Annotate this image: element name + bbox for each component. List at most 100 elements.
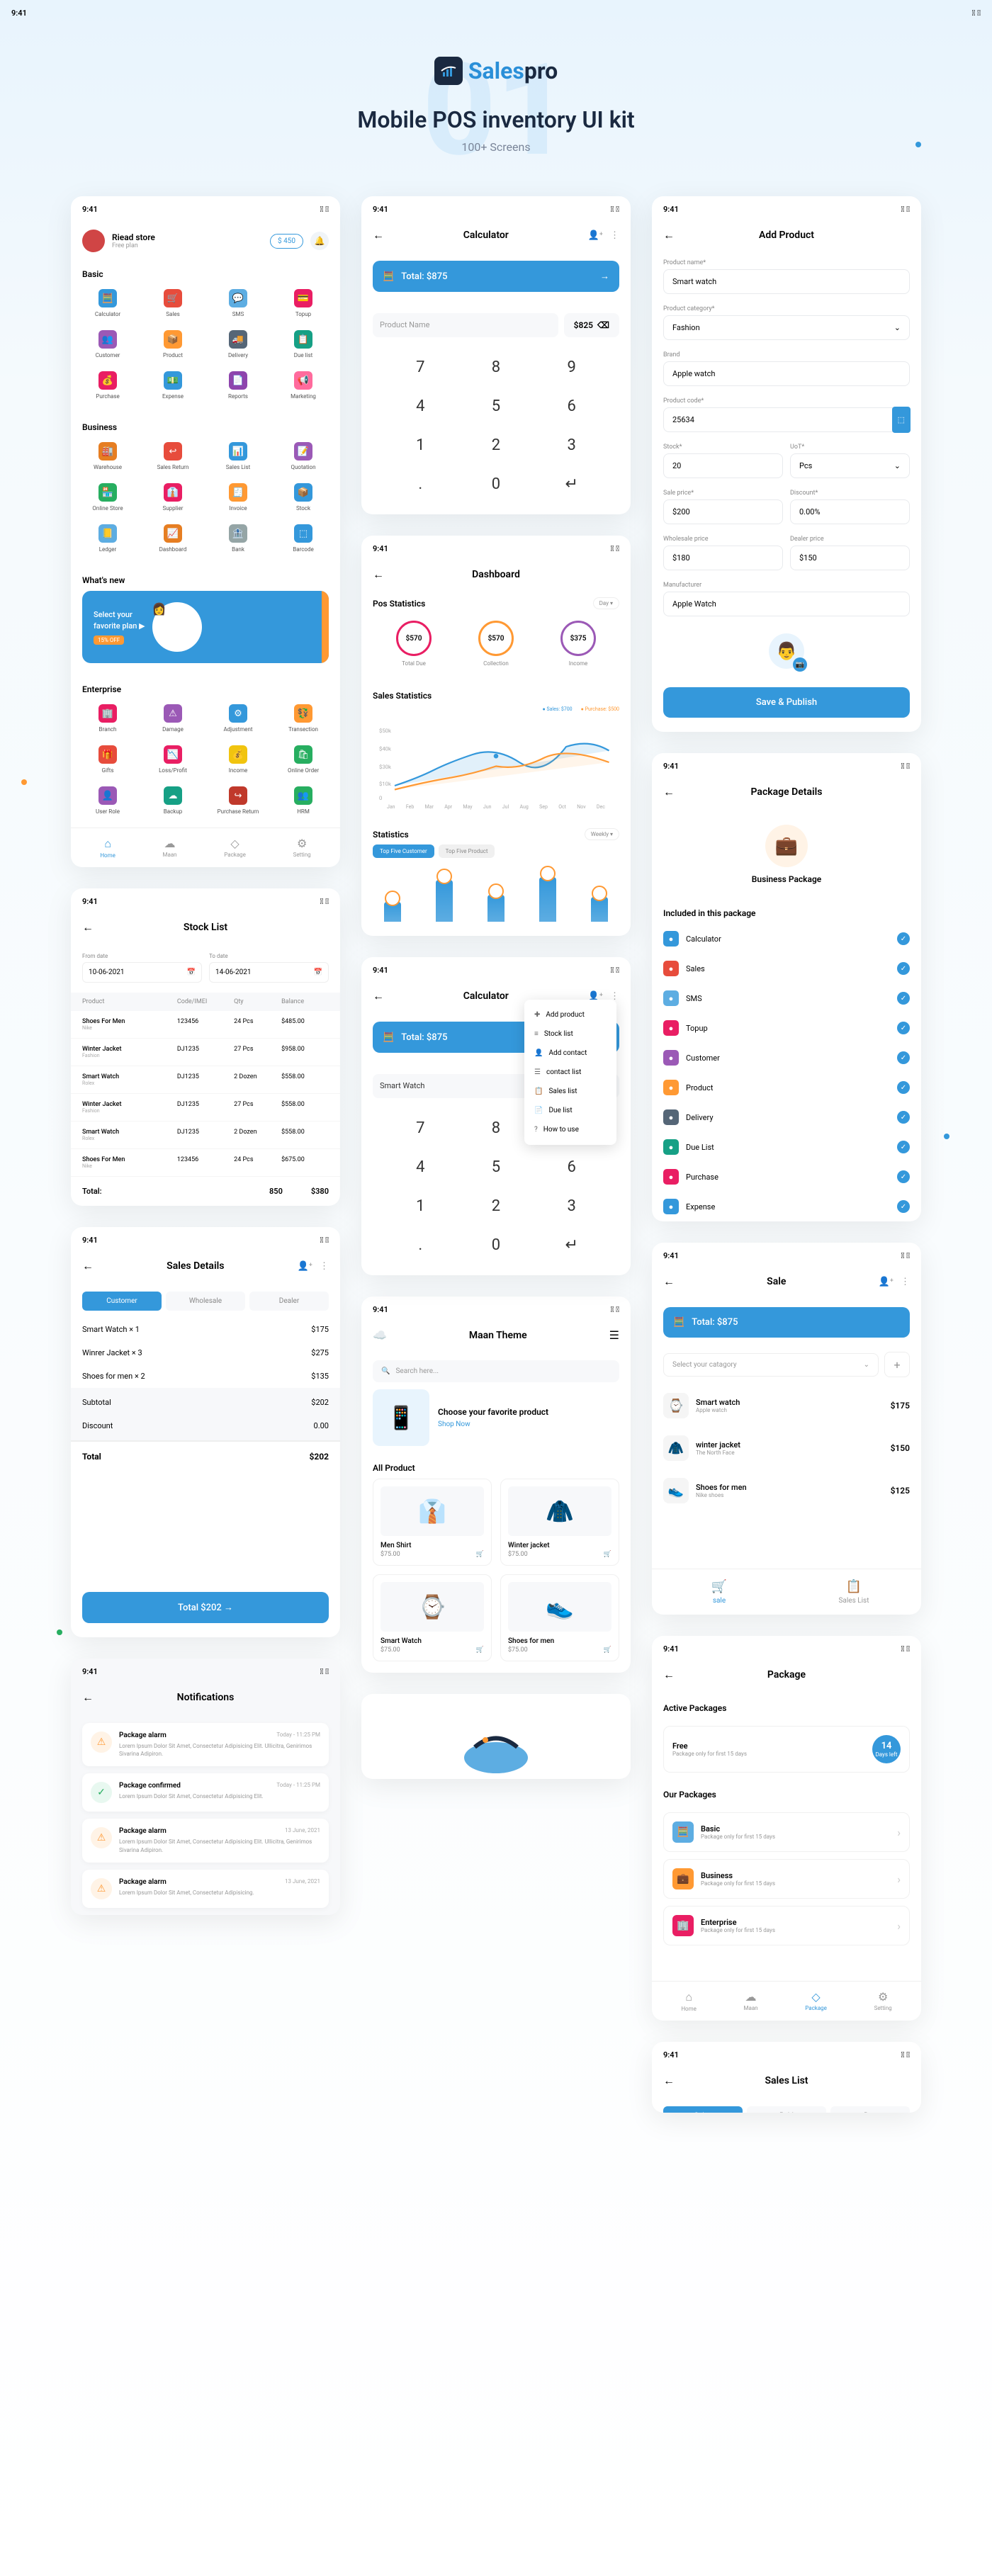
category-select[interactable]: Select your catagory⌄ <box>663 1353 879 1377</box>
more-icon[interactable]: ⋮ <box>901 1277 910 1287</box>
more-icon[interactable]: ⋮ <box>320 1261 329 1272</box>
key-.[interactable]: . <box>390 475 451 493</box>
icon-customer[interactable]: 👥Customer <box>77 326 139 363</box>
total-bar[interactable]: 🧮Total: $875 <box>663 1307 910 1338</box>
package-business[interactable]: 💼BusinessPackage only for first 15 days› <box>663 1859 910 1899</box>
brand-input[interactable]: Apple watch <box>663 361 910 386</box>
day-dropdown[interactable]: Day ▾ <box>593 597 619 609</box>
icon-sales[interactable]: 🛒Sales <box>142 285 204 322</box>
table-row[interactable]: Smart WatchRolexDJ12352 Dozen$558.00 <box>71 1066 340 1094</box>
icon-sales-return[interactable]: ↩Sales Return <box>142 438 204 475</box>
bell-icon[interactable]: 🔔 <box>310 232 329 250</box>
key-2[interactable]: 2 <box>466 1197 527 1215</box>
back-button[interactable]: ← <box>373 989 384 1003</box>
wholesale-input[interactable]: $180 <box>663 546 783 570</box>
tab-due[interactable]: Due <box>830 2106 910 2113</box>
key-3[interactable]: 3 <box>541 1197 602 1215</box>
nav-package[interactable]: ◇Package <box>224 837 246 859</box>
backspace-icon[interactable]: ⌫ <box>597 320 609 330</box>
icon-invoice[interactable]: 🧾Invoice <box>207 479 269 516</box>
key-7[interactable]: 7 <box>390 1119 451 1137</box>
avatar[interactable] <box>82 230 105 252</box>
key-5[interactable]: 5 <box>466 397 527 415</box>
icon-delivery[interactable]: 🚚Delivery <box>207 326 269 363</box>
icon-stock[interactable]: 📦Stock <box>272 479 334 516</box>
key-4[interactable]: 4 <box>390 397 451 415</box>
icon-purchase-return[interactable]: ↪Purchase Return <box>207 782 269 819</box>
icon-product[interactable]: 📦Product <box>142 326 204 363</box>
balance-pill[interactable]: $ 450 <box>270 234 303 249</box>
back-button[interactable]: ← <box>663 1668 675 1682</box>
key-4[interactable]: 4 <box>390 1158 451 1176</box>
icon-backup[interactable]: ☁Backup <box>142 782 204 819</box>
manufacturer-input[interactable]: Apple Watch <box>663 592 910 616</box>
product-input[interactable]: Product Name <box>373 313 558 337</box>
total-button[interactable]: Total $202 → <box>82 1592 329 1623</box>
nav-home[interactable]: ⌂Home <box>100 837 115 859</box>
menu-stock-list[interactable]: ≡Stock list <box>524 1024 616 1044</box>
key-7[interactable]: 7 <box>390 358 451 376</box>
icon-bank[interactable]: 🏦Bank <box>207 520 269 557</box>
key-8[interactable]: 8 <box>466 1119 527 1137</box>
total-bar[interactable]: 🧮Total: $875→ <box>373 261 619 292</box>
cloud-icon[interactable]: ☁️ <box>373 1328 387 1342</box>
search-input[interactable]: 🔍Search here... <box>373 1360 619 1382</box>
notification[interactable]: ⚠Package alarm13 June, 2021Lorem Ipsum D… <box>82 1870 329 1908</box>
icon-online-order[interactable]: 🛍Online Order <box>272 741 334 778</box>
uot-select[interactable]: Pcs⌄ <box>790 453 910 478</box>
tab-paid[interactable]: Paid <box>747 2106 826 2113</box>
icon-ledger[interactable]: 📒Ledger <box>77 520 139 557</box>
table-row[interactable]: Shoes For MenNike12345624 Pcs$675.00 <box>71 1149 340 1177</box>
category-select[interactable]: Fashion⌄ <box>663 315 910 340</box>
notification[interactable]: ⚠Package alarmToday - 11:25 PMLorem Ipsu… <box>82 1723 329 1766</box>
key-1[interactable]: 1 <box>390 436 451 454</box>
cart-icon[interactable]: 🛒 <box>604 1646 611 1654</box>
icon-sales-list[interactable]: 📊Sales List <box>207 438 269 475</box>
notification[interactable]: ✓Package confirmedToday - 11:25 PMLorem … <box>82 1773 329 1812</box>
back-button[interactable]: ← <box>82 920 94 934</box>
sale-price-input[interactable]: $200 <box>663 499 783 524</box>
back-button[interactable]: ← <box>663 2074 675 2088</box>
icon-due-list[interactable]: 📋Due list <box>272 326 334 363</box>
nav-package[interactable]: ◇Package <box>805 1990 827 2012</box>
icon-warehouse[interactable]: 🏭Warehouse <box>77 438 139 475</box>
back-button[interactable]: ← <box>373 567 384 582</box>
tab-sales[interactable]: Sales <box>663 2106 743 2113</box>
table-row[interactable]: Winter JacketFashionDJ123527 Pcs$958.00 <box>71 1039 340 1066</box>
menu-add-product[interactable]: ✚Add product <box>524 1005 616 1024</box>
icon-adjustment[interactable]: ⚙Adjustment <box>207 700 269 737</box>
barcode-icon[interactable]: ⬚ <box>892 407 911 433</box>
back-button[interactable]: ← <box>663 785 675 799</box>
user-add-icon[interactable]: 👤⁺ <box>298 1261 312 1272</box>
icon-calculator[interactable]: 🧮Calculator <box>77 285 139 322</box>
icon-loss-profit[interactable]: 📉Loss/Profit <box>142 741 204 778</box>
cart-icon[interactable]: 🛒 <box>476 1551 484 1558</box>
stock-input[interactable]: 20 <box>663 453 783 478</box>
menu-contact-list[interactable]: ☰contact list <box>524 1063 616 1082</box>
product-name-input[interactable]: Smart watch <box>663 269 910 294</box>
user-add-icon[interactable]: 👤⁺ <box>879 1277 894 1287</box>
cart-icon[interactable]: 🛒 <box>476 1646 484 1654</box>
back-button[interactable]: ← <box>663 1275 675 1289</box>
product-card[interactable]: 👔Men Shirt$75.00🛒 <box>373 1479 492 1566</box>
key-.[interactable]: . <box>390 1236 451 1254</box>
cart-item[interactable]: 👟Shoes for menNike shoes$125 <box>652 1469 921 1512</box>
package-enterprise[interactable]: 🏢EnterprisePackage only for first 15 day… <box>663 1906 910 1945</box>
package-basic[interactable]: 🧮BasicPackage only for first 15 days› <box>663 1812 910 1852</box>
icon-dashboard[interactable]: 📈Dashboard <box>142 520 204 557</box>
key-8[interactable]: 8 <box>466 358 527 376</box>
key-1[interactable]: 1 <box>390 1197 451 1215</box>
key-2[interactable]: 2 <box>466 436 527 454</box>
active-package-card[interactable]: FreePackage only for first 15 days 14Day… <box>663 1726 910 1773</box>
icon-branch[interactable]: 🏢Branch <box>77 700 139 737</box>
menu-sales-list[interactable]: 📋Sales list <box>524 1082 616 1101</box>
key-6[interactable]: 6 <box>541 1158 602 1176</box>
nav-home[interactable]: ⌂Home <box>681 1990 697 2012</box>
icon-reports[interactable]: 📄Reports <box>207 367 269 404</box>
icon-quotation[interactable]: 📝Quotation <box>272 438 334 475</box>
icon-hrm[interactable]: 👥HRM <box>272 782 334 819</box>
product-card[interactable]: ⌚Smart Watch$75.00🛒 <box>373 1574 492 1661</box>
nav-setting[interactable]: ⚙Setting <box>874 1990 892 2012</box>
icon-transection[interactable]: 💱Transection <box>272 700 334 737</box>
more-icon[interactable]: ⋮ <box>610 230 619 241</box>
